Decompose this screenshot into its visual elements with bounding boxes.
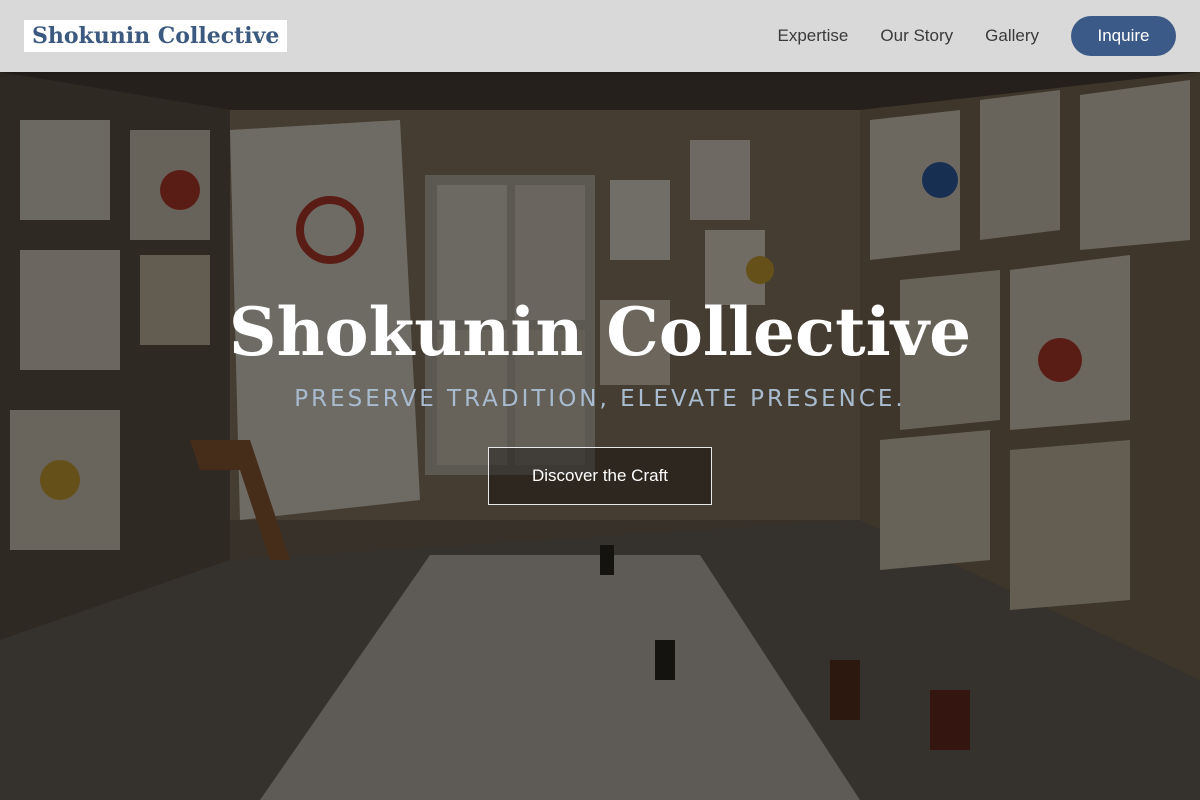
nav-link-gallery[interactable]: Gallery xyxy=(985,26,1039,46)
site-logo[interactable]: Shokunin Collective xyxy=(24,20,288,52)
discover-craft-button[interactable]: Discover the Craft xyxy=(488,447,712,505)
site-header: Shokunin Collective Expertise Our Story … xyxy=(0,0,1200,72)
main-nav: Expertise Our Story Gallery Inquire xyxy=(778,16,1176,56)
hero-tagline: PRESERVE TRADITION, ELEVATE PRESENCE. xyxy=(294,386,906,412)
nav-link-our-story[interactable]: Our Story xyxy=(880,26,953,46)
nav-link-expertise[interactable]: Expertise xyxy=(778,26,849,46)
hero-title: Shokunin Collective xyxy=(228,293,972,371)
inquire-button[interactable]: Inquire xyxy=(1071,16,1176,56)
